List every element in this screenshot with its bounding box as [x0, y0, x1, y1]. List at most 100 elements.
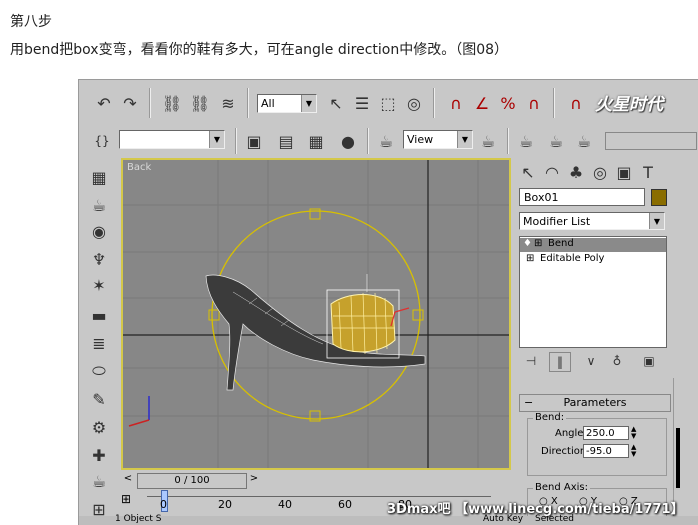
curve-editor-icon[interactable]: ▦	[305, 130, 327, 152]
panel-scrollbar[interactable]	[673, 378, 684, 518]
camera-icon[interactable]: ☕	[87, 470, 111, 492]
bone-icon[interactable]: ✚	[87, 444, 111, 466]
bend-group-label: Bend:	[533, 412, 567, 423]
plane-icon[interactable]: ▬	[87, 304, 111, 326]
object-color-swatch[interactable]	[651, 189, 667, 206]
light-icon[interactable]: ♆	[87, 248, 111, 270]
selection-filter-value: All	[261, 97, 275, 110]
time-slider-thumb[interactable]: 0 / 100	[137, 473, 247, 489]
ruler-tick: 40	[278, 498, 292, 511]
material-editor-icon[interactable]: ●	[337, 130, 359, 152]
logo: 火星时代	[595, 95, 663, 115]
rollout-title: Parameters	[563, 396, 627, 409]
prev-frame-icon[interactable]: <	[121, 473, 135, 487]
viewport-back[interactable]: Back	[121, 158, 511, 470]
named-selection-icon[interactable]: ∩	[565, 92, 587, 114]
gear-icon[interactable]: ⚙	[87, 416, 111, 438]
render-c-icon[interactable]: ☕	[573, 130, 595, 152]
select-object-icon[interactable]: ↖	[325, 92, 347, 114]
quick-render-icon[interactable]: ☕	[477, 130, 499, 152]
window-crossing-icon[interactable]: ◎	[403, 92, 425, 114]
select-link-icon[interactable]: ⛓	[161, 92, 183, 114]
cylinder-icon[interactable]: ⬭	[87, 360, 111, 382]
expand-icon[interactable]: ⊞	[526, 253, 534, 264]
toolbar-separator	[367, 128, 369, 154]
selection-filter-dropdown[interactable]: All ▼	[257, 94, 317, 113]
object-name-field[interactable]: Box01	[519, 188, 645, 206]
track-bar-icon[interactable]: ⊞	[121, 492, 143, 510]
toolbar-separator	[553, 88, 555, 118]
viewport-scene	[123, 160, 509, 468]
layer-manager-icon[interactable]: ▤	[275, 130, 297, 152]
stack-item-editable-poly[interactable]: ⊞ Editable Poly	[520, 253, 666, 267]
make-unique-icon[interactable]: ∨	[581, 352, 601, 370]
scrollbar-thumb[interactable]	[676, 428, 680, 488]
lightbulb-icon[interactable]: ♦	[523, 238, 532, 249]
stack-item-bend[interactable]: ♦ ⊞ Bend	[520, 238, 666, 252]
unlink-icon[interactable]: ⛓	[189, 92, 211, 114]
main-toolbar: ↶ ↷ ⛓ ⛓ ≋ All ▼ ↖ ☰ ⬚ ◎ ∩ ∠ % ∩ ∩ 火星时代	[79, 80, 698, 124]
teapot-icon[interactable]: ☕	[87, 194, 111, 216]
toolbar-separator	[247, 88, 249, 118]
snap-toggle-icon[interactable]: ∩	[445, 92, 467, 114]
toolbar-separator	[433, 88, 435, 118]
sphere-icon[interactable]: ◉	[87, 220, 111, 242]
display-tab-icon[interactable]: ▣	[613, 162, 635, 182]
ruler-tick: 20	[218, 498, 232, 511]
show-end-result-icon[interactable]: ‖	[549, 352, 571, 372]
render-scene-icon[interactable]: ☕	[375, 130, 397, 152]
render-a-icon[interactable]: ☕	[515, 130, 537, 152]
undo-icon[interactable]: ↶	[93, 92, 115, 114]
rect-selection-icon[interactable]: ⬚	[377, 92, 399, 114]
configure-sets-icon[interactable]: ▣	[639, 352, 659, 370]
select-by-name-icon[interactable]: ☰	[351, 92, 373, 114]
ruler-line	[147, 496, 491, 497]
secondary-toolbar: {} ▼ ▣ ▤ ▦ ● ☕ View ▼ ☕ ☕ ☕ ☕	[79, 124, 698, 156]
angle-spinner[interactable]: ▲ ▼	[631, 426, 641, 440]
stack-item-label: Bend	[548, 238, 574, 249]
bend-axis-label: Bend Axis:	[533, 482, 590, 493]
modify-tab-icon[interactable]: ◠	[541, 162, 563, 182]
percent-snap-icon[interactable]: %	[497, 92, 519, 114]
view-dropdown[interactable]: View ▼	[403, 130, 473, 149]
direction-spinner[interactable]: ▲ ▼	[631, 444, 641, 458]
object-count: 1 Object S	[115, 514, 162, 524]
bind-space-warp-icon[interactable]: ≋	[217, 92, 239, 114]
toolbar-separator	[149, 88, 151, 118]
toolbar-separator	[507, 128, 509, 154]
angle-input[interactable]: 250.0	[583, 426, 629, 440]
mirror-icon[interactable]: ▣	[243, 130, 265, 152]
spinner-snap-icon[interactable]: ∩	[523, 92, 545, 114]
command-panel: ↖ ◠ ♣ ◎ ▣ T Box01 Modifier List ▼ ♦ ⊞ Be…	[515, 158, 698, 525]
create-tab-icon[interactable]: ↖	[517, 162, 539, 182]
next-frame-icon[interactable]: >	[247, 473, 261, 487]
create-box-icon[interactable]: ▦	[87, 166, 111, 188]
direction-input[interactable]: -95.0	[583, 444, 629, 458]
pin-stack-icon[interactable]: ⊣	[521, 352, 541, 370]
ruler-tick: 60	[338, 498, 352, 511]
chevron-down-icon: ▼	[649, 213, 664, 229]
redo-icon[interactable]: ↷	[119, 92, 141, 114]
modifier-list-label: Modifier List	[523, 215, 591, 228]
motion-tab-icon[interactable]: ◎	[589, 162, 611, 182]
lathe-icon[interactable]: ✎	[87, 388, 111, 410]
render-b-icon[interactable]: ☕	[545, 130, 567, 152]
ruler-tick: 0	[160, 498, 167, 511]
parameters-rollout[interactable]: − Parameters	[519, 394, 671, 412]
named-selection-sets-icon[interactable]: {}	[91, 130, 113, 152]
tube-icon[interactable]: ≣	[87, 332, 111, 354]
max-screenshot: ↶ ↷ ⛓ ⛓ ≋ All ▼ ↖ ☰ ⬚ ◎ ∩ ∠ % ∩ ∩ 火星时代 {…	[78, 79, 698, 525]
expand-icon[interactable]: ⊞	[534, 238, 542, 249]
collapse-icon: −	[524, 396, 534, 409]
named-selection-dropdown[interactable]: ▼	[119, 130, 225, 149]
angle-snap-icon[interactable]: ∠	[471, 92, 493, 114]
toolbar-separator	[235, 128, 237, 154]
remove-modifier-icon[interactable]: ♁	[607, 352, 627, 370]
step-title: 第八步	[10, 14, 52, 30]
modifier-list-dropdown[interactable]: Modifier List ▼	[519, 212, 665, 230]
time-slider[interactable]: < 0 / 100 >	[121, 472, 511, 489]
utilities-tab-icon[interactable]: T	[637, 162, 659, 182]
hierarchy-tab-icon[interactable]: ♣	[565, 162, 587, 182]
star-icon[interactable]: ✶	[87, 274, 111, 296]
extra-field[interactable]	[605, 132, 697, 150]
